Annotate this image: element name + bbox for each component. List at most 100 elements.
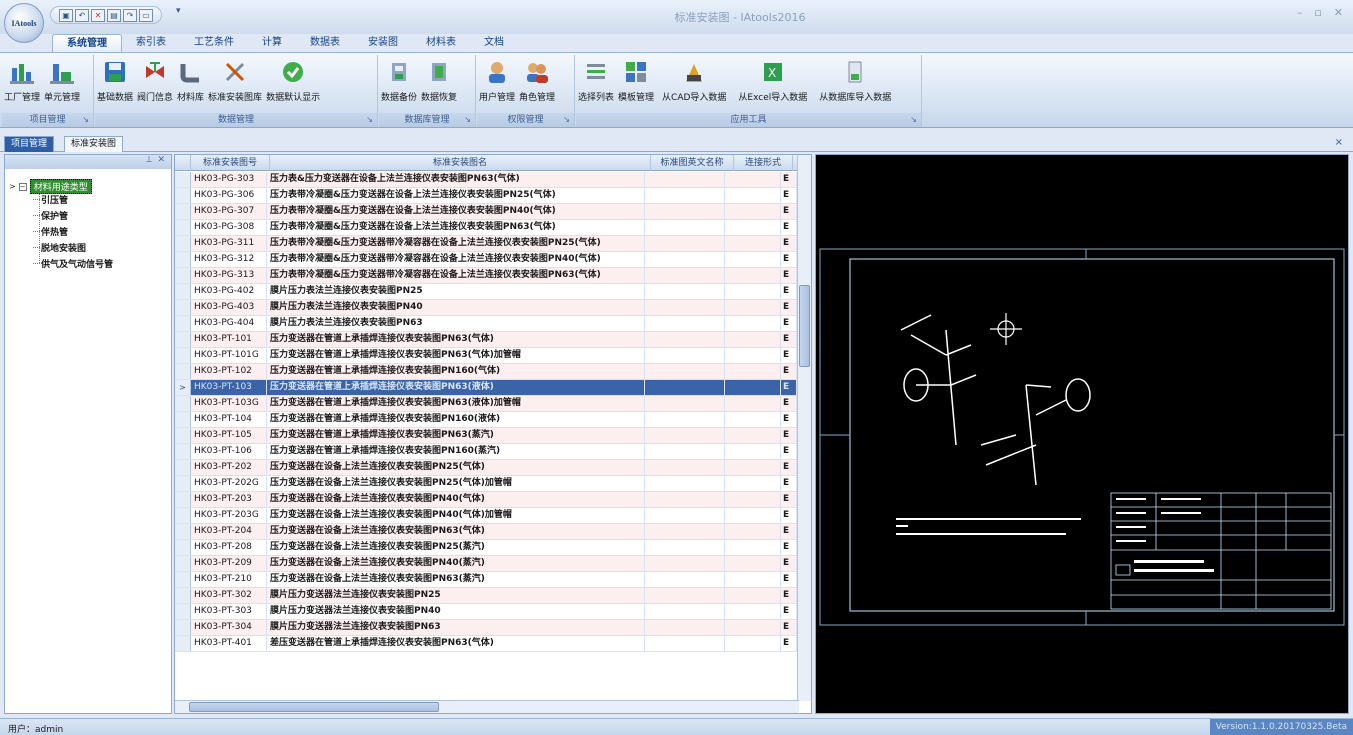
cell-english-name[interactable] <box>645 476 725 491</box>
template-management-button[interactable]: 模板管理 <box>616 55 656 103</box>
import-from-excel-button[interactable]: X 从Excel导入数据 <box>732 55 813 103</box>
qat-customize-chevron-icon[interactable]: ▾ <box>176 6 181 16</box>
cell-connection-type[interactable] <box>725 236 781 251</box>
role-management-button[interactable]: 角色管理 <box>517 55 557 103</box>
cell-drawing-name[interactable]: 膜片压力变送器法兰连接仪表安装图PN40 <box>267 604 645 619</box>
cell-connection-type[interactable] <box>725 444 781 459</box>
panel-close-icon[interactable]: ✕ <box>157 155 165 165</box>
cell-english-name[interactable] <box>645 572 725 587</box>
cell-drawing-name[interactable]: 膜片压力表法兰连接仪表安装图PN25 <box>267 284 645 299</box>
cell-english-name[interactable] <box>645 316 725 331</box>
valve-info-button[interactable]: 阀门信息 <box>135 55 175 103</box>
cell-drawing-number[interactable]: HK03-PT-102 <box>191 364 267 379</box>
cell-overflow[interactable]: E <box>781 380 797 395</box>
cell-connection-type[interactable] <box>725 588 781 603</box>
cell-connection-type[interactable] <box>725 604 781 619</box>
cell-drawing-number[interactable]: HK03-PT-202G <box>191 476 267 491</box>
cell-drawing-name[interactable]: 压力表&压力变送器在设备上法兰连接仪表安装图PN63(气体) <box>267 172 645 187</box>
cell-drawing-name[interactable]: 差压变送器在管道上承插焊连接仪表安装图PN63(气体) <box>267 636 645 651</box>
row-selector[interactable] <box>175 396 191 411</box>
cell-english-name[interactable] <box>645 332 725 347</box>
cell-drawing-name[interactable]: 压力变送器在管道上承插焊连接仪表安装图PN63(蒸汽) <box>267 428 645 443</box>
cell-english-name[interactable] <box>645 380 725 395</box>
column-header-english-name[interactable]: 标准图英文名称 <box>651 155 734 171</box>
table-row[interactable]: HK03-PT-209 压力变送器在设备上法兰连接仪表安装图PN40(蒸汽) E <box>175 556 797 572</box>
cell-drawing-number[interactable]: HK03-PG-312 <box>191 252 267 267</box>
cell-overflow[interactable]: E <box>781 524 797 539</box>
cell-overflow[interactable]: E <box>781 300 797 315</box>
cell-overflow[interactable]: E <box>781 252 797 267</box>
table-row[interactable]: HK03-PT-203G 压力变送器在设备上法兰连接仪表安装图PN40(气体)加管… <box>175 508 797 524</box>
cell-overflow[interactable]: E <box>781 636 797 651</box>
table-row[interactable]: HK03-PT-103G 压力变送器在管道上承插焊连接仪表安装图PN63(液体)加… <box>175 396 797 412</box>
table-row[interactable]: HK03-PG-404 膜片压力表法兰连接仪表安装图PN63 E <box>175 316 797 332</box>
cell-connection-type[interactable] <box>725 380 781 395</box>
cell-english-name[interactable] <box>645 284 725 299</box>
base-data-button[interactable]: 基础数据 <box>95 55 135 103</box>
table-row[interactable]: HK03-PT-302 膜片压力变送器法兰连接仪表安装图PN25 E <box>175 588 797 604</box>
row-selector[interactable] <box>175 572 191 587</box>
cell-drawing-name[interactable]: 膜片压力表法兰连接仪表安装图PN40 <box>267 300 645 315</box>
cell-overflow[interactable]: E <box>781 188 797 203</box>
table-row[interactable]: HK03-PT-101 压力变送器在管道上承插焊连接仪表安装图PN63(气体) E <box>175 332 797 348</box>
cell-drawing-number[interactable]: HK03-PT-210 <box>191 572 267 587</box>
close-document-icon[interactable]: × <box>1335 137 1343 148</box>
import-from-cad-button[interactable]: 从CAD导入数据 <box>656 55 732 103</box>
qat-save-icon[interactable]: ▣ <box>59 8 73 22</box>
row-selector[interactable] <box>175 540 191 555</box>
tree-item-tracing-pipe[interactable]: 伴热管 <box>32 225 68 238</box>
cell-english-name[interactable] <box>645 508 725 523</box>
cell-overflow[interactable]: E <box>781 444 797 459</box>
doc-tab-standard-drawings[interactable]: 标准安装图 <box>64 136 124 152</box>
row-selector[interactable] <box>175 220 191 235</box>
cell-drawing-name[interactable]: 压力变送器在管道上承插焊连接仪表安装图PN160(液体) <box>267 412 645 427</box>
unit-management-button[interactable]: 单元管理 <box>42 55 82 103</box>
row-selector[interactable] <box>175 316 191 331</box>
cell-overflow[interactable]: E <box>781 172 797 187</box>
vertical-scroll-thumb[interactable] <box>799 285 810 367</box>
cell-drawing-number[interactable]: HK03-PT-302 <box>191 588 267 603</box>
qat-redo-icon[interactable]: ↷ <box>123 8 137 22</box>
cell-overflow[interactable]: E <box>781 412 797 427</box>
cell-overflow[interactable]: E <box>781 220 797 235</box>
row-selector[interactable] <box>175 204 191 219</box>
row-selector[interactable] <box>175 236 191 251</box>
cell-drawing-name[interactable]: 压力变送器在设备上法兰连接仪表安装图PN40(气体) <box>267 492 645 507</box>
expand-arrow-icon[interactable]: > <box>9 182 16 191</box>
cell-drawing-name[interactable]: 膜片压力表法兰连接仪表安装图PN63 <box>267 316 645 331</box>
cell-drawing-number[interactable]: HK03-PT-101G <box>191 348 267 363</box>
cell-drawing-number[interactable]: HK03-PT-304 <box>191 620 267 635</box>
cell-connection-type[interactable] <box>725 348 781 363</box>
tree-item-pressure-pipe[interactable]: 引压管 <box>32 193 68 206</box>
cell-connection-type[interactable] <box>725 300 781 315</box>
table-row[interactable]: HK03-PT-104 压力变送器在管道上承插焊连接仪表安装图PN160(液体) E <box>175 412 797 428</box>
cell-english-name[interactable] <box>645 188 725 203</box>
cell-drawing-number[interactable]: HK03-PG-303 <box>191 172 267 187</box>
row-selector[interactable] <box>175 268 191 283</box>
row-selector[interactable] <box>175 444 191 459</box>
cell-connection-type[interactable] <box>725 556 781 571</box>
row-selector[interactable] <box>175 364 191 379</box>
cell-overflow[interactable]: E <box>781 316 797 331</box>
table-row[interactable]: HK03-PG-303 压力表&压力变送器在设备上法兰连接仪表安装图PN63(气体… <box>175 172 797 188</box>
cell-connection-type[interactable] <box>725 396 781 411</box>
cell-drawing-number[interactable]: HK03-PT-202 <box>191 460 267 475</box>
cell-drawing-name[interactable]: 压力表带冷凝圈&压力变送器带冷凝容器在设备上法兰连接仪表安装图PN63(气体) <box>267 268 645 283</box>
tree-item-offground-install[interactable]: 脱地安装图 <box>32 241 86 254</box>
cell-drawing-name[interactable]: 膜片压力变送器法兰连接仪表安装图PN25 <box>267 588 645 603</box>
row-selector[interactable] <box>175 476 191 491</box>
cell-connection-type[interactable] <box>725 620 781 635</box>
cell-drawing-name[interactable]: 压力变送器在管道上承插焊连接仪表安装图PN63(气体) <box>267 332 645 347</box>
cell-connection-type[interactable] <box>725 412 781 427</box>
cell-connection-type[interactable] <box>725 492 781 507</box>
cell-drawing-name[interactable]: 压力变送器在设备上法兰连接仪表安装图PN40(蒸汽) <box>267 556 645 571</box>
application-menu-button[interactable]: IAtools <box>4 3 44 43</box>
table-row[interactable]: HK03-PT-401 差压变送器在管道上承插焊连接仪表安装图PN63(气体) E <box>175 636 797 652</box>
dialog-launcher-icon[interactable]: ↘ <box>464 113 471 127</box>
table-row[interactable]: HK03-PT-101G 压力变送器在管道上承插焊连接仪表安装图PN63(气体)加… <box>175 348 797 364</box>
horizontal-scroll-thumb[interactable] <box>189 702 439 712</box>
cell-drawing-name[interactable]: 压力表带冷凝圈&压力变送器在设备上法兰连接仪表安装图PN63(气体) <box>267 220 645 235</box>
cell-drawing-name[interactable]: 压力变送器在管道上承插焊连接仪表安装图PN160(气体) <box>267 364 645 379</box>
tree-root-node[interactable]: > − 材料用途类型 <box>9 179 92 194</box>
row-selector[interactable] <box>175 348 191 363</box>
